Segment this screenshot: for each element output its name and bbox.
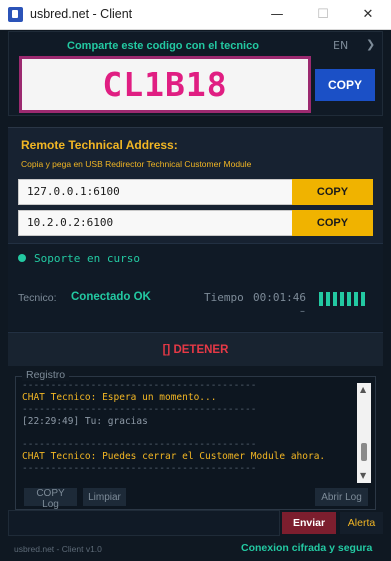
- signal-bar: [333, 292, 337, 306]
- remote-address-panel: Remote Technical Address: Copia y pega e…: [8, 127, 383, 243]
- status-text: Soporte en curso: [34, 252, 140, 265]
- copy-address-1-button[interactable]: COPY: [292, 179, 373, 205]
- scroll-down-icon[interactable]: ▼: [360, 471, 366, 480]
- stop-button[interactable]: [] DETENER: [8, 333, 383, 367]
- stop-panel: [] DETENER: [8, 332, 383, 366]
- log-separator: ----------------------------------------…: [22, 380, 257, 391]
- tiempo-label: Tiempo: [204, 291, 244, 304]
- chat-input[interactable]: [8, 510, 280, 536]
- share-heading: Comparte este codigo con el tecnico: [67, 40, 259, 52]
- scroll-up-icon[interactable]: ▲: [360, 385, 366, 394]
- log-line: CHAT Tecnico: Puedes cerrar el Customer …: [22, 451, 326, 462]
- session-code: CL1B18: [102, 65, 228, 104]
- open-log-button[interactable]: Abrir Log: [315, 488, 368, 506]
- tecnico-status: Conectado OK: [71, 291, 151, 303]
- signal-bar: [347, 292, 351, 306]
- log-separator: ----------------------------------------…: [22, 463, 257, 474]
- code-panel: Comparte este codigo con el tecnico EN ❯…: [8, 31, 383, 116]
- minimize-button[interactable]: —: [254, 0, 300, 30]
- address-field-2[interactable]: 10.2.0.2:6100: [18, 210, 294, 236]
- address-field-1[interactable]: 127.0.0.1:6100: [18, 179, 294, 205]
- remote-title: Remote Technical Address:: [21, 138, 178, 152]
- status-dot-icon: [18, 254, 26, 262]
- tiempo-dash: –: [300, 306, 305, 317]
- maximize-button[interactable]: ☐: [300, 0, 346, 30]
- log-output: ----------------------------------------…: [22, 380, 352, 475]
- version-label: usbred.net - Client v1.0: [14, 544, 102, 554]
- window-title: usbred.net - Client: [30, 7, 133, 21]
- close-button[interactable]: ✕: [345, 0, 391, 30]
- title-bar: usbred.net - Client — ☐ ✕: [0, 0, 391, 30]
- secure-connection-label: Conexion cifrada y segura: [241, 542, 373, 554]
- signal-icon: [319, 288, 369, 306]
- session-code-box: CL1B18: [19, 56, 311, 113]
- copy-log-button[interactable]: COPY Log: [24, 488, 77, 510]
- language-toggle[interactable]: EN: [333, 39, 348, 52]
- copy-address-2-button[interactable]: COPY: [292, 210, 373, 236]
- app-icon: [8, 7, 23, 22]
- log-line: [22:29:49] Tu: gracias: [22, 416, 148, 427]
- clear-log-button[interactable]: Limpiar: [83, 488, 126, 506]
- signal-bar: [361, 292, 365, 306]
- tecnico-label: Tecnico:: [18, 292, 57, 304]
- log-separator: ----------------------------------------…: [22, 439, 257, 450]
- remote-hint: Copia y pega en USB Redirector Technical…: [21, 159, 252, 169]
- log-separator: ----------------------------------------…: [22, 404, 257, 415]
- log-line: CHAT Tecnico: Espera un momento...: [22, 392, 217, 403]
- signal-bar: [326, 292, 330, 306]
- copy-code-button[interactable]: COPY: [315, 69, 375, 101]
- log-scrollbar[interactable]: ▲ ▼: [357, 383, 371, 483]
- send-button[interactable]: Enviar: [282, 512, 336, 534]
- status-panel: Soporte en curso Tecnico: Conectado OK T…: [8, 243, 383, 331]
- scroll-thumb[interactable]: [361, 443, 367, 461]
- signal-bar: [319, 292, 323, 306]
- language-arrow-icon[interactable]: ❯: [366, 38, 375, 51]
- signal-bar: [354, 292, 358, 306]
- alert-button[interactable]: Alerta: [340, 512, 383, 534]
- signal-bar: [340, 292, 344, 306]
- tiempo-value: 00:01:46: [253, 291, 306, 304]
